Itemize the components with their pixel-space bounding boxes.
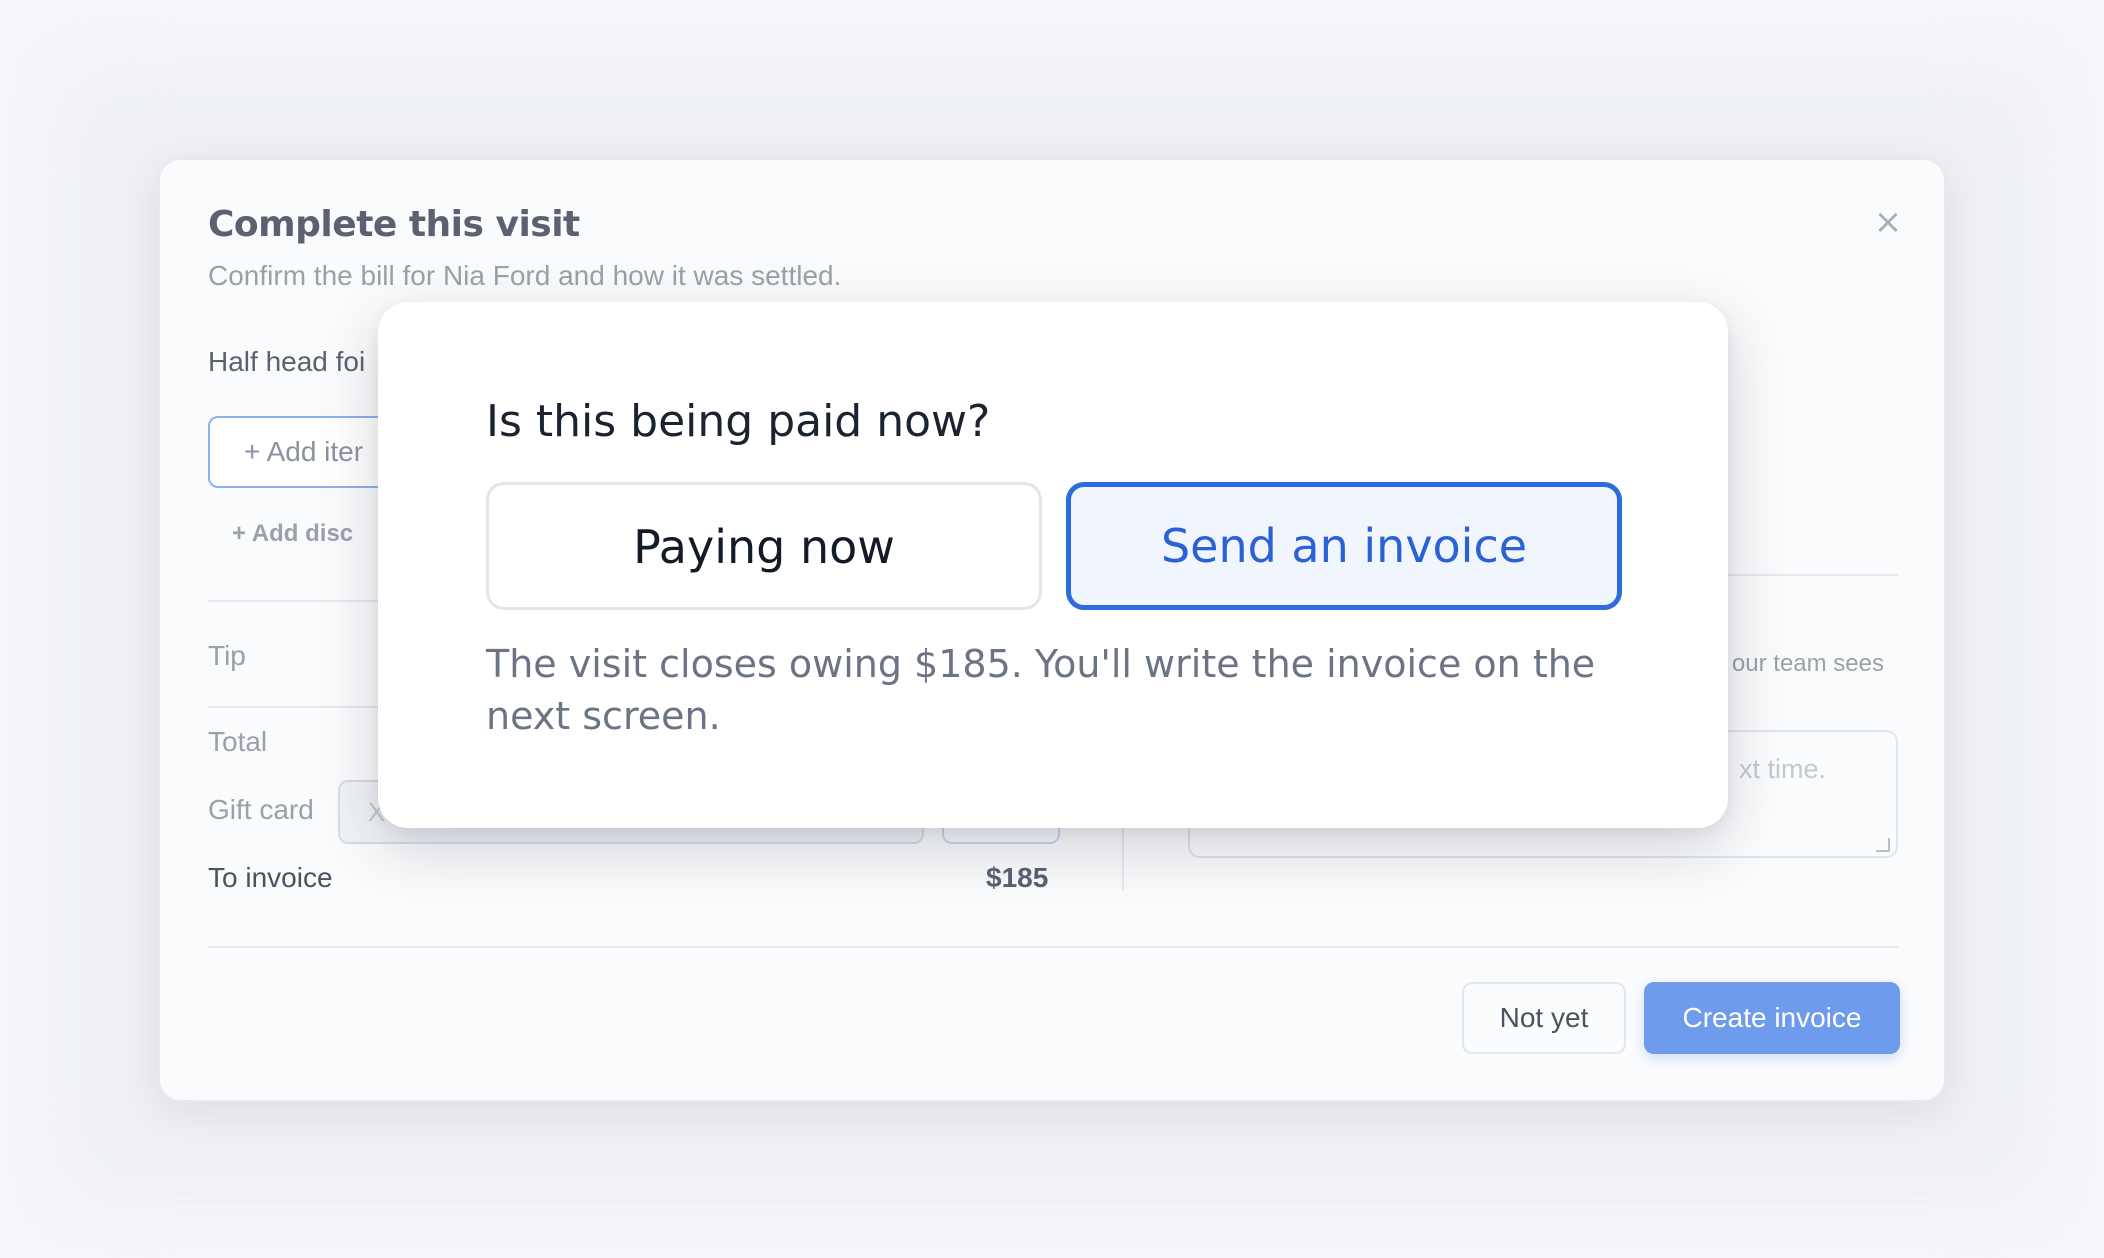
to-invoice-label: To invoice [208,862,333,893]
resize-handle-icon[interactable] [1876,838,1890,852]
gift-card-label: Gift card [208,794,314,825]
total-label: Total [208,726,268,757]
create-invoice-button[interactable]: Create invoice [1644,982,1900,1054]
note-hint: our team sees [1731,650,1884,677]
paying-now-option[interactable]: Paying now [486,482,1042,610]
payment-timing-popover: Is this being paid now? Paying now Send … [378,302,1728,828]
not-yet-button[interactable]: Not yet [1462,982,1626,1054]
dialog-subtitle: Confirm the bill for Nia Ford and how it… [208,260,842,291]
dialog-title: Complete this visit [208,204,580,245]
popover-question: Is this being paid now? [486,396,991,447]
to-invoice-amount: $185 [986,862,1049,893]
send-invoice-option[interactable]: Send an invoice [1066,482,1622,610]
footer-divider [208,946,1898,948]
popover-note: The visit closes owing $185. You'll writ… [486,642,1596,738]
add-discount-link[interactable]: + Add disc [232,520,353,548]
tip-label: Tip [208,640,246,671]
note-placeholder: xt time. [1738,754,1826,784]
line-item-name: Half head foi [208,346,366,377]
close-icon[interactable]: × [1868,202,1908,242]
